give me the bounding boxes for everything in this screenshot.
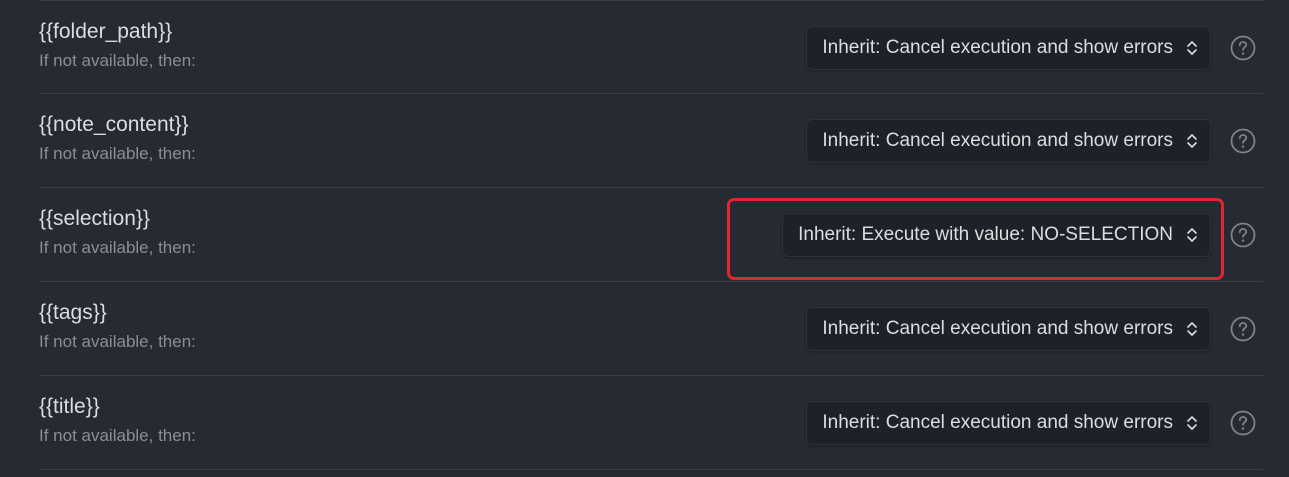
help-circle-icon[interactable]: [1230, 316, 1256, 342]
chevron-up-down-icon: [1187, 228, 1197, 242]
variable-name: {{tags}}: [39, 301, 107, 324]
setting-info: {{folder_path}} If not available, then:: [39, 19, 196, 72]
dropdown-selected-value: Inherit: Cancel execution and show error…: [822, 318, 1173, 339]
fallback-dropdown[interactable]: Inherit: Cancel execution and show error…: [806, 307, 1211, 351]
setting-row-tags: {{tags}} If not available, then: Inherit…: [39, 282, 1263, 376]
help-circle-icon[interactable]: [1230, 35, 1256, 61]
fallback-dropdown[interactable]: Inherit: Cancel execution and show error…: [806, 26, 1211, 70]
dropdown-selected-value: Inherit: Cancel execution and show error…: [822, 130, 1173, 151]
setting-info: {{title}} If not available, then:: [39, 394, 196, 447]
setting-description: If not available, then:: [39, 238, 196, 257]
variable-name: {{selection}}: [39, 207, 150, 230]
setting-row-note-content: {{note_content}} If not available, then:…: [39, 94, 1263, 188]
chevron-up-down-icon: [1187, 134, 1197, 148]
help-circle-icon[interactable]: [1230, 128, 1256, 154]
chevron-up-down-icon: [1187, 41, 1197, 55]
help-circle-icon[interactable]: [1230, 222, 1256, 248]
dropdown-selected-value: Inherit: Execute with value: NO-SELECTIO…: [798, 224, 1173, 245]
help-circle-icon[interactable]: [1230, 410, 1256, 436]
fallback-dropdown[interactable]: Inherit: Cancel execution and show error…: [806, 401, 1211, 445]
variable-settings-list: {{folder_path}} If not available, then: …: [39, 0, 1263, 470]
setting-info: {{selection}} If not available, then:: [39, 206, 196, 259]
setting-description: If not available, then:: [39, 51, 196, 70]
setting-info: {{note_content}} If not available, then:: [39, 112, 196, 165]
setting-info: {{tags}} If not available, then:: [39, 300, 196, 353]
setting-row-folder-path: {{folder_path}} If not available, then: …: [39, 0, 1263, 94]
setting-description: If not available, then:: [39, 144, 196, 163]
fallback-dropdown[interactable]: Inherit: Execute with value: NO-SELECTIO…: [782, 213, 1211, 257]
variable-name: {{folder_path}}: [39, 20, 173, 43]
chevron-up-down-icon: [1187, 322, 1197, 336]
variable-name: {{note_content}}: [39, 113, 189, 136]
setting-description: If not available, then:: [39, 332, 196, 351]
dropdown-selected-value: Inherit: Cancel execution and show error…: [822, 412, 1173, 433]
variable-name: {{title}}: [39, 395, 100, 418]
fallback-dropdown[interactable]: Inherit: Cancel execution and show error…: [806, 119, 1211, 163]
dropdown-selected-value: Inherit: Cancel execution and show error…: [822, 37, 1173, 58]
setting-description: If not available, then:: [39, 426, 196, 445]
setting-row-title: {{title}} If not available, then: Inheri…: [39, 376, 1263, 470]
setting-row-selection: {{selection}} If not available, then: In…: [39, 188, 1263, 282]
chevron-up-down-icon: [1187, 416, 1197, 430]
